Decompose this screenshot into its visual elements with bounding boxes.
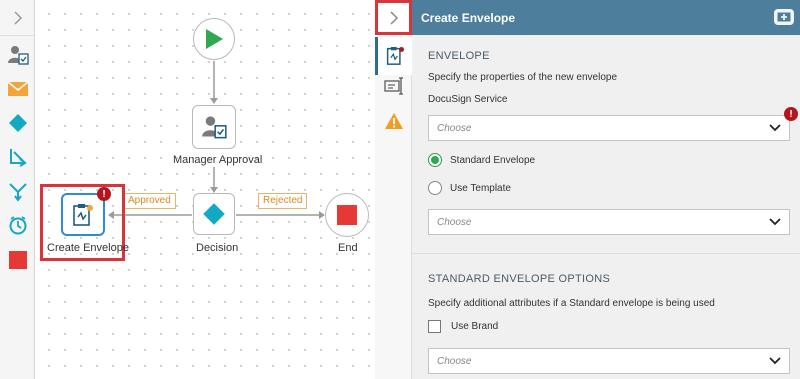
rejected-edge-label: Rejected bbox=[258, 193, 308, 209]
end-label: End bbox=[338, 242, 358, 254]
start-node[interactable] bbox=[193, 18, 235, 60]
docusign-service-select-value: Choose bbox=[437, 122, 472, 134]
template-select[interactable]: Choose bbox=[428, 209, 790, 235]
branch-merge-icon bbox=[10, 149, 27, 167]
manager-approval-node[interactable] bbox=[192, 105, 236, 149]
user-approval-icon bbox=[8, 46, 29, 65]
add-envelope-icon bbox=[777, 12, 791, 22]
docusign-service-select[interactable]: Choose bbox=[428, 115, 790, 141]
use-brand-checkbox[interactable]: Use Brand bbox=[428, 320, 498, 333]
decision-label: Decision bbox=[196, 242, 239, 254]
expand-palette-button[interactable] bbox=[0, 0, 35, 36]
brand-select[interactable]: Choose bbox=[428, 348, 790, 374]
tab-warnings[interactable] bbox=[375, 102, 412, 140]
chevron-down-icon bbox=[769, 124, 781, 132]
use-template-radio[interactable]: Use Template bbox=[428, 181, 511, 195]
docusign-envelope-icon bbox=[73, 203, 93, 226]
use-brand-label: Use Brand bbox=[451, 321, 499, 332]
activity-palette bbox=[0, 0, 35, 379]
branch-split-icon bbox=[9, 183, 27, 201]
chevron-right-icon bbox=[389, 10, 398, 25]
create-envelope-label: Create Envelope bbox=[47, 242, 129, 254]
envelope-section-heading: ENVELOPE bbox=[428, 50, 490, 62]
palette-timer-tool[interactable] bbox=[7, 214, 29, 236]
radio-selected-icon bbox=[428, 153, 442, 167]
create-envelope-node[interactable] bbox=[61, 193, 105, 236]
standard-envelope-radio[interactable]: Standard Envelope bbox=[428, 153, 535, 167]
manager-approval-label: Manager Approval bbox=[173, 154, 263, 166]
properties-panel: Create Envelope ENVELOPE Specify the pro… bbox=[412, 0, 800, 379]
standard-envelope-label: Standard Envelope bbox=[450, 154, 536, 166]
brand-select-value: Choose bbox=[437, 355, 472, 367]
warning-icon bbox=[384, 113, 403, 129]
palette-split-tool[interactable] bbox=[7, 180, 29, 202]
workflow-canvas[interactable]: Manager Approval Decision Approved Rejec… bbox=[35, 0, 375, 379]
play-icon bbox=[206, 29, 223, 49]
palette-email-tool[interactable] bbox=[7, 78, 29, 100]
panel-title: Create Envelope bbox=[421, 10, 516, 25]
end-node[interactable] bbox=[325, 193, 369, 237]
palette-end-tool[interactable] bbox=[7, 249, 29, 271]
section-divider bbox=[412, 253, 800, 254]
chevron-down-icon bbox=[769, 218, 781, 226]
stop-square-icon bbox=[337, 205, 357, 225]
template-select-value: Choose bbox=[437, 216, 472, 228]
add-envelope-button[interactable] bbox=[774, 9, 794, 25]
service-error-badge: ! bbox=[784, 107, 798, 121]
chevron-right-icon bbox=[13, 10, 22, 25]
error-badge: ! bbox=[97, 187, 111, 201]
docusign-service-label: DocuSign Service bbox=[428, 94, 508, 105]
envelope-icon bbox=[8, 81, 28, 96]
decision-diamond-icon bbox=[9, 114, 27, 132]
envelope-section-description: Specify the properties of the new envelo… bbox=[428, 72, 618, 83]
options-section-description: Specify additional attributes if a Stand… bbox=[428, 298, 715, 309]
panel-tabs bbox=[375, 35, 412, 379]
panel-header: Create Envelope bbox=[412, 0, 800, 35]
palette-merge-tool[interactable] bbox=[7, 146, 29, 168]
text-field-icon bbox=[383, 77, 403, 95]
palette-approval-tool[interactable] bbox=[7, 44, 29, 66]
user-approval-icon bbox=[202, 116, 227, 139]
timer-icon bbox=[9, 216, 27, 235]
decision-diamond-icon bbox=[203, 203, 225, 225]
decision-node[interactable] bbox=[193, 193, 235, 235]
use-template-label: Use Template bbox=[450, 182, 511, 194]
chevron-down-icon bbox=[769, 357, 781, 365]
options-section-heading: STANDARD ENVELOPE OPTIONS bbox=[428, 273, 611, 285]
docusign-envelope-icon bbox=[386, 47, 404, 65]
palette-decision-tool[interactable] bbox=[7, 112, 29, 134]
stop-square-icon bbox=[9, 251, 27, 269]
checkbox-icon bbox=[428, 320, 441, 333]
arrowhead bbox=[210, 98, 218, 104]
tab-text-settings[interactable] bbox=[375, 67, 412, 105]
collapse-panel-button[interactable] bbox=[375, 0, 412, 35]
approved-edge-label: Approved bbox=[123, 193, 176, 209]
radio-unselected-icon bbox=[428, 181, 442, 195]
